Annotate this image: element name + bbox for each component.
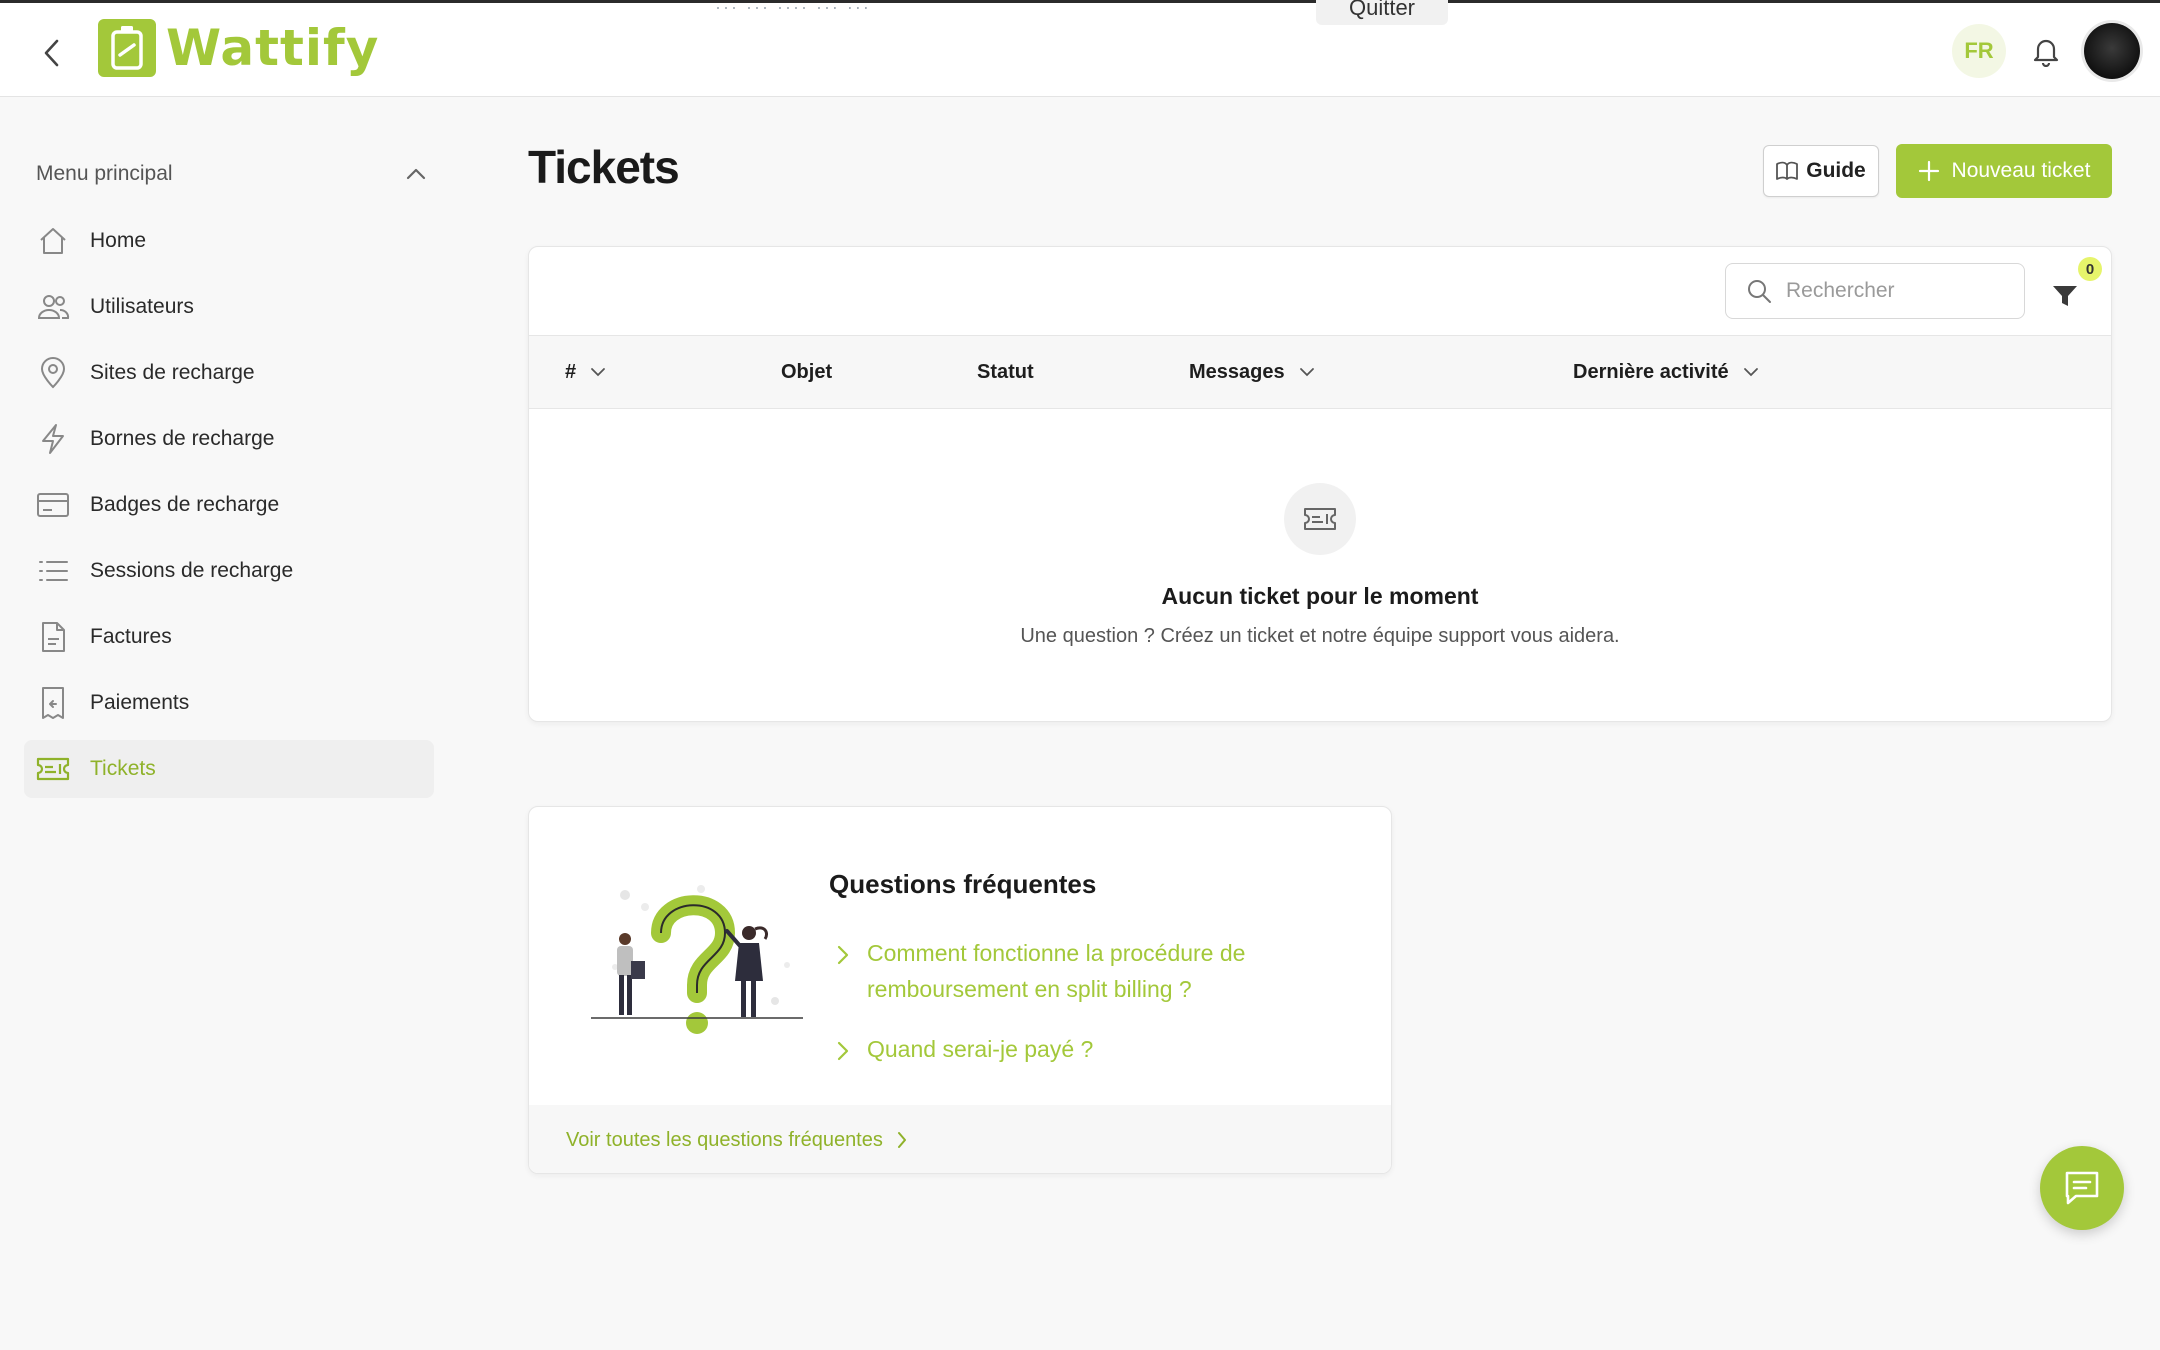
empty-state-subtitle: Une question ? Créez un ticket et notre …	[1020, 625, 1620, 647]
bolt-icon	[36, 422, 70, 456]
tickets-table-card: 0 # Objet Statut Messages Dernière activ…	[528, 246, 2112, 722]
sidebar-item-label: Factures	[90, 625, 172, 648]
sidebar-item-label: Sites de recharge	[90, 361, 255, 384]
filter-icon	[2053, 286, 2077, 306]
home-icon	[36, 224, 70, 258]
column-header-status: Statut	[977, 360, 1034, 383]
battery-logo-icon	[98, 19, 156, 77]
guide-button-label: Guide	[1806, 159, 1866, 182]
sidebar-item-label: Tickets	[90, 757, 156, 780]
book-icon	[1776, 161, 1799, 180]
chevron-right-icon	[897, 1132, 906, 1148]
support-chat-button[interactable]	[2040, 1146, 2124, 1230]
impersonation-banner-text: ··· ··· ···· ··· ···	[715, 0, 871, 17]
back-button[interactable]	[32, 33, 72, 73]
brand-name: Wattify	[166, 19, 380, 77]
chevron-down-icon	[1743, 368, 1758, 377]
sidebar-item-home[interactable]: Home	[24, 212, 434, 270]
sidebar-item-chargers[interactable]: Bornes de recharge	[24, 410, 434, 468]
sidebar-item-label: Bornes de recharge	[90, 427, 275, 450]
chevron-left-icon	[44, 39, 59, 67]
chevron-down-icon	[591, 368, 606, 377]
questions-illustration	[591, 885, 803, 1034]
sidebar: Menu principal Home Utilisateurs Sites d…	[0, 98, 460, 1350]
sidebar-item-invoices[interactable]: Factures	[24, 608, 434, 666]
column-header-messages[interactable]: Messages	[1189, 336, 1315, 408]
see-all-faq-label: Voir toutes les questions fréquentes	[566, 1128, 883, 1151]
plus-icon	[1918, 160, 1939, 182]
search-icon	[1748, 280, 1771, 303]
brand-logo[interactable]: Wattify	[98, 17, 379, 79]
users-icon	[36, 290, 70, 324]
chevron-down-icon	[1299, 368, 1314, 377]
filter-count-badge: 0	[2078, 257, 2102, 281]
list-icon	[36, 554, 70, 588]
new-ticket-button[interactable]: Nouveau ticket	[1896, 144, 2112, 198]
language-switcher[interactable]: FR	[1952, 24, 2006, 78]
search-field[interactable]	[1725, 263, 2025, 319]
bell-icon	[2033, 39, 2059, 67]
ticket-icon	[36, 752, 70, 786]
faq-item-split-billing[interactable]: Comment fonctionne la procédure de rembo…	[837, 935, 1327, 1007]
menu-section-toggle[interactable]: Menu principal	[36, 162, 426, 186]
search-input[interactable]	[1786, 279, 2006, 303]
sidebar-item-users[interactable]: Utilisateurs	[24, 278, 434, 336]
sidebar-item-sessions[interactable]: Sessions de recharge	[24, 542, 434, 600]
sidebar-item-payments[interactable]: Paiements	[24, 674, 434, 732]
sidebar-item-sites[interactable]: Sites de recharge	[24, 344, 434, 402]
user-avatar[interactable]	[2084, 23, 2140, 79]
sidebar-item-label: Badges de recharge	[90, 493, 280, 516]
new-ticket-label: Nouveau ticket	[1951, 159, 2091, 182]
card-icon	[36, 488, 70, 522]
faq-card: Questions fréquentes Comment fonctionne …	[528, 806, 1392, 1174]
document-icon	[36, 620, 70, 654]
table-header: # Objet Statut Messages Dernière activit…	[529, 335, 2111, 409]
chevron-up-icon	[406, 168, 426, 180]
chat-bubble-icon	[2065, 1171, 2099, 1205]
sidebar-item-label: Home	[90, 229, 147, 252]
page-title: Tickets	[528, 141, 680, 193]
sidebar-item-label: Utilisateurs	[90, 295, 194, 318]
faq-title: Questions fréquentes	[829, 869, 1097, 899]
column-header-last-activity[interactable]: Dernière activité	[1573, 336, 1759, 408]
column-header-id[interactable]: #	[565, 336, 606, 408]
sidebar-item-tickets[interactable]: Tickets	[24, 740, 434, 798]
sidebar-item-label: Paiements	[90, 691, 190, 714]
quit-button[interactable]: Quitter	[1316, 0, 1448, 25]
empty-state-title: Aucun ticket pour le moment	[1161, 583, 1479, 609]
faq-item-payment-date[interactable]: Quand serai-je payé ?	[837, 1031, 1327, 1067]
faq-question: Comment fonctionne la procédure de rembo…	[867, 940, 1246, 1002]
top-bar: Wattify ··· ··· ···· ··· ··· Quitter FR	[0, 0, 2160, 97]
notifications-button[interactable]	[2026, 31, 2066, 71]
chevron-right-icon	[837, 1041, 849, 1061]
empty-ticket-icon	[1284, 483, 1356, 555]
faq-question: Quand serai-je payé ?	[867, 1036, 1094, 1062]
chevron-right-icon	[837, 945, 849, 965]
sidebar-item-label: Sessions de recharge	[90, 559, 294, 582]
sidebar-item-badges[interactable]: Badges de recharge	[24, 476, 434, 534]
column-header-subject: Objet	[781, 360, 833, 383]
map-pin-icon	[36, 356, 70, 390]
menu-section-title: Menu principal	[36, 162, 173, 185]
filter-button[interactable]	[2045, 275, 2085, 315]
see-all-faq-link[interactable]: Voir toutes les questions fréquentes	[529, 1105, 1391, 1173]
receipt-icon	[36, 686, 70, 720]
guide-button[interactable]: Guide	[1763, 145, 1879, 197]
